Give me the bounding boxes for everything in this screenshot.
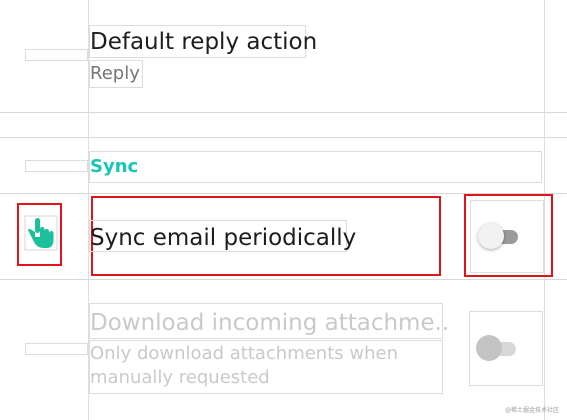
hand-pointer-icon [24,215,58,251]
download-attachments-summary: Only download attachments when manually … [90,343,398,389]
divider-1 [0,112,567,113]
sync-email-title: Sync email periodically [90,225,357,251]
download-attachments-toggle[interactable] [476,334,516,362]
section-icon-placeholder [25,160,88,172]
sync-header-box [89,151,542,183]
sync-email-toggle[interactable] [478,222,518,250]
default-reply-title: Default reply action [90,29,318,55]
sync-section-title: Sync [90,156,139,177]
toggle-thumb [476,335,502,361]
toggle-thumb [478,223,504,249]
divider-4 [0,279,567,280]
row-icon-placeholder-2 [25,343,88,355]
watermark: @稀土掘金技术社区 [504,407,559,414]
download-attachments-title: Download incoming attachme.. [90,310,450,336]
default-reply-summary: Reply [90,63,140,84]
row-icon-placeholder [25,49,88,61]
divider-2 [0,137,567,138]
